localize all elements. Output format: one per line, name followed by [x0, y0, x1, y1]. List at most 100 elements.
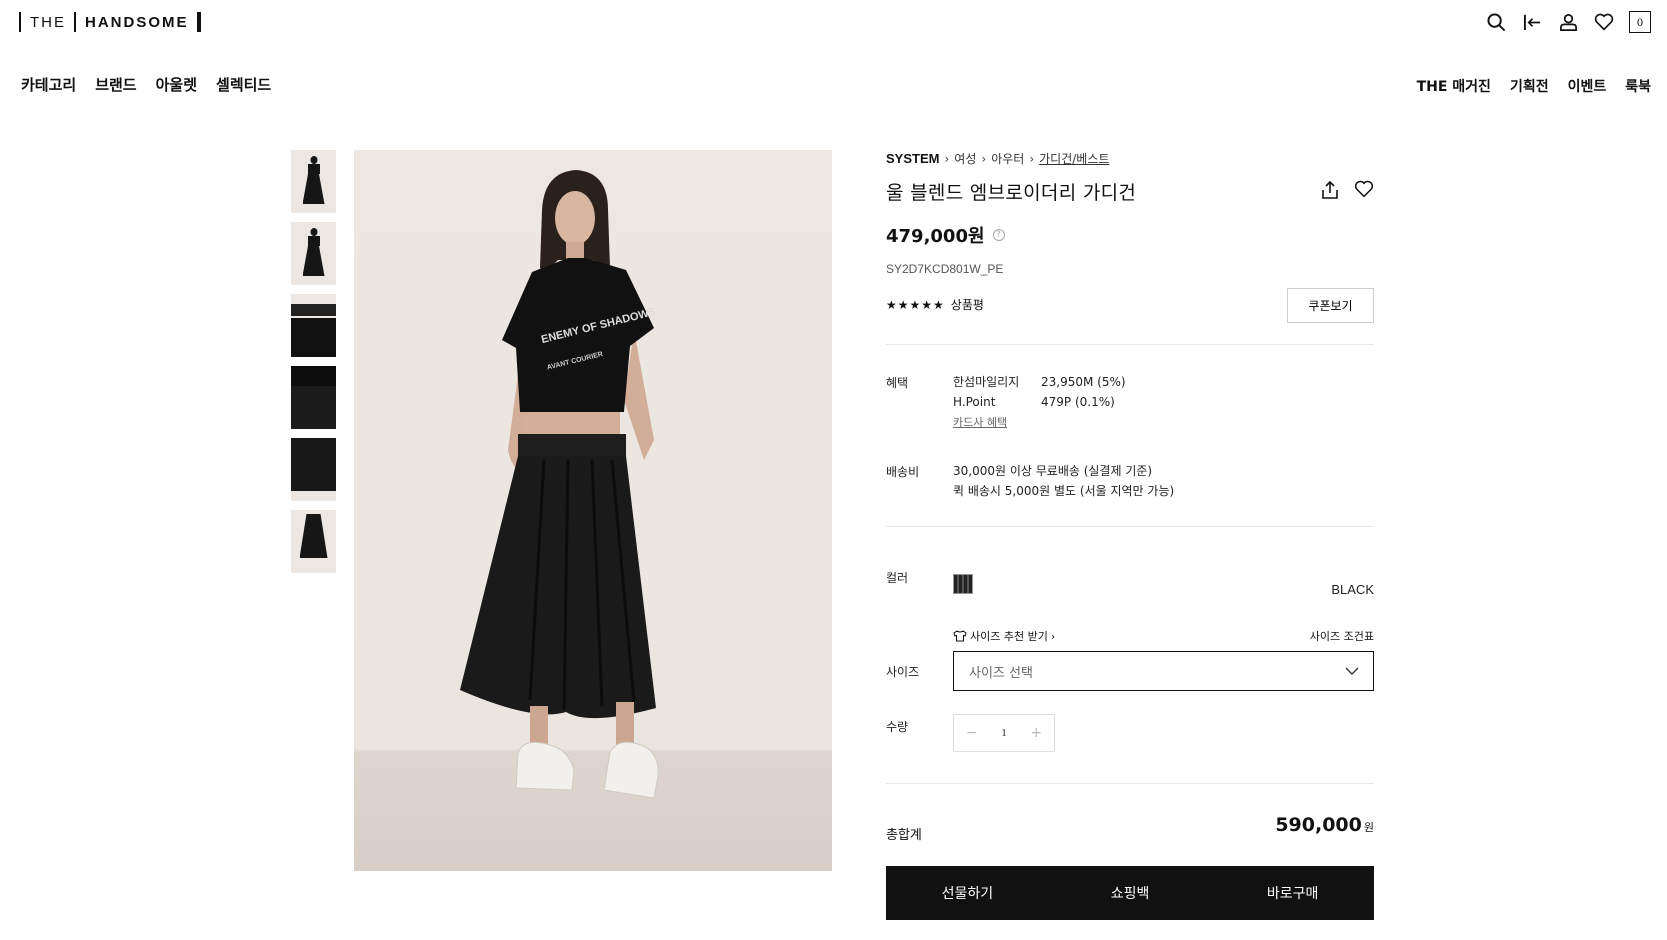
thumbnail-figure — [291, 318, 336, 357]
card-benefit-link[interactable]: 카드사 혜택 — [953, 416, 1007, 429]
buy-now-button[interactable]: 바로구매 — [1211, 866, 1374, 920]
quantity-value[interactable]: 1 — [1001, 727, 1007, 739]
total-unit: 원 — [1363, 821, 1374, 834]
quantity-stepper: − 1 + — [953, 714, 1055, 752]
size-label: 사이즈 — [886, 665, 920, 679]
product-title-actions — [1320, 180, 1374, 204]
divider — [886, 526, 1374, 527]
site-logo[interactable]: THE HANDSOME — [19, 11, 201, 33]
coupon-button[interactable]: 쿠폰보기 — [1287, 288, 1374, 323]
rating[interactable]: ★★★★★ 상품평 — [886, 296, 984, 313]
benefit-value: 23,950M (5%) — [1041, 375, 1126, 389]
heart-icon[interactable] — [1354, 180, 1374, 204]
nav-item-exhibition[interactable]: 기획전 — [1510, 76, 1549, 96]
breadcrumb-brand[interactable]: SYSTEM — [886, 151, 939, 166]
help-icon[interactable]: ? — [992, 229, 1005, 241]
purchase-actions: 선물하기 쇼핑백 바로구매 — [886, 866, 1374, 920]
size-select-placeholder: 사이즈 선택 — [969, 665, 1033, 681]
thumbnail[interactable] — [291, 366, 336, 429]
heart-icon[interactable] — [1593, 11, 1615, 33]
share-icon[interactable] — [1320, 180, 1340, 204]
shipping-line: 30,000원 이상 무료배송 (실결제 기준) — [953, 464, 1153, 478]
thumbnail-list — [291, 150, 336, 573]
benefit-key: 한섬마일리지 — [953, 375, 1020, 389]
thumbnail-figure — [299, 514, 328, 558]
star-rating-icon: ★★★★★ — [886, 297, 945, 312]
shipping-values: 30,000원 이상 무료배송 (실결제 기준) 퀵 배송시 5,000원 별도… — [953, 461, 1174, 501]
cart-icon[interactable]: 0 — [1629, 11, 1651, 33]
logo-text-the: THE — [30, 13, 66, 31]
thumbnail[interactable] — [291, 510, 336, 573]
chevron-down-icon — [1345, 667, 1359, 675]
review-link[interactable]: 상품평 — [951, 296, 984, 313]
thumbnail-figure — [291, 304, 336, 316]
thumbnail[interactable] — [291, 150, 336, 213]
size-select[interactable]: 사이즈 선택 — [953, 651, 1374, 691]
gift-button[interactable]: 선물하기 — [886, 866, 1049, 920]
product-main-image[interactable]: ENEMY OF SHADOWS AVANT COURIER — [354, 150, 832, 871]
thumbnail[interactable] — [291, 294, 336, 357]
thumbnail[interactable] — [291, 222, 336, 285]
nav-item-outlet[interactable]: 아울렛 — [156, 74, 197, 95]
thumbnail-figure — [307, 164, 320, 174]
tshirt-icon — [953, 630, 967, 642]
thumbnail-figure — [310, 228, 317, 236]
benefit-key: H.Point — [953, 395, 996, 409]
chevron-right-icon: › — [944, 151, 950, 166]
chevron-right-icon: › — [981, 151, 987, 166]
nav-item-event[interactable]: 이벤트 — [1568, 76, 1607, 96]
nav-item-lookbook[interactable]: 룩북 — [1625, 76, 1651, 96]
benefits-values: 한섬마일리지 23,950M (5%) H.Point 479P (0.1%) 카드… — [953, 372, 1126, 433]
model-illustration: ENEMY OF SHADOWS AVANT COURIER — [460, 170, 659, 799]
nav-item-selected[interactable]: 셀렉티드 — [216, 74, 271, 95]
chevron-right-icon: › — [1029, 151, 1035, 166]
thumbnail-figure — [307, 236, 320, 246]
size-recommend-link[interactable]: 사이즈 추천 받기 › — [953, 628, 1055, 644]
product-code: SY2D7KCD801W_PE — [886, 262, 1004, 276]
quantity-label: 수량 — [886, 720, 909, 734]
divider — [886, 344, 1374, 345]
breadcrumb-item[interactable]: 아우터 — [991, 150, 1024, 167]
chevron-right-icon: › — [1050, 629, 1056, 643]
main-nav: 카테고리 브랜드 아울렛 셀렉티드 — [21, 74, 271, 95]
color-label: 컬러 — [886, 571, 909, 585]
breadcrumb: SYSTEM › 여성 › 아우터 › 가디건/베스트 — [886, 150, 1374, 167]
logo-bar — [196, 12, 201, 32]
selected-color-name: BLACK — [1331, 582, 1374, 597]
nav-item-magazine[interactable]: THE 매거진 — [1417, 76, 1491, 96]
size-chart-link[interactable]: 사이즈 조건표 — [1310, 628, 1374, 644]
nav-item-category[interactable]: 카테고리 — [21, 74, 76, 95]
product-title: 울 블렌드 엠브로이더리 가디건 — [886, 182, 1137, 204]
breadcrumb-item[interactable]: 가디건/베스트 — [1039, 150, 1109, 167]
divider — [886, 783, 1374, 784]
total-value: 590,000 — [1275, 814, 1362, 836]
thumbnail-figure — [291, 366, 336, 386]
benefits-label: 혜택 — [886, 376, 909, 390]
user-icon[interactable] — [1557, 11, 1579, 33]
header-icons: 0 — [1485, 11, 1651, 33]
shopping-bag-button[interactable]: 쇼핑백 — [1049, 866, 1212, 920]
card-benefit-link-row: 카드사 혜택 — [953, 412, 1126, 433]
product-price: 479,000원 ? — [886, 222, 1005, 248]
logo-bar — [74, 12, 76, 32]
shipping-label: 배송비 — [886, 465, 920, 479]
secondary-nav: THE 매거진 기획전 이벤트 룩북 — [1417, 76, 1651, 96]
thumbnail-figure — [302, 246, 325, 276]
login-icon[interactable] — [1521, 11, 1543, 33]
breadcrumb-item[interactable]: 여성 — [954, 150, 976, 167]
total-price: 590,000 원 — [1275, 814, 1374, 836]
search-icon[interactable] — [1485, 11, 1507, 33]
shipping-line: 퀵 배송시 5,000원 별도 (서울 지역만 가능) — [953, 484, 1175, 498]
product-info: SYSTEM › 여성 › 아우터 › 가디건/베스트 울 블렌드 엠브로이더리… — [886, 150, 1374, 920]
plus-icon[interactable]: + — [1030, 725, 1042, 741]
benefit-row: H.Point 479P (0.1%) — [953, 392, 1126, 412]
nav-item-brand[interactable]: 브랜드 — [95, 74, 136, 95]
thumbnail-figure — [310, 156, 317, 164]
thumbnail[interactable] — [291, 438, 336, 501]
benefit-value: 479P (0.1%) — [1041, 395, 1115, 409]
minus-icon[interactable]: − — [966, 725, 978, 741]
size-recommend-label: 사이즈 추천 받기 — [970, 630, 1048, 643]
total-label: 총합계 — [886, 828, 922, 843]
thumbnail-figure — [291, 438, 336, 491]
color-swatch[interactable] — [953, 574, 973, 594]
